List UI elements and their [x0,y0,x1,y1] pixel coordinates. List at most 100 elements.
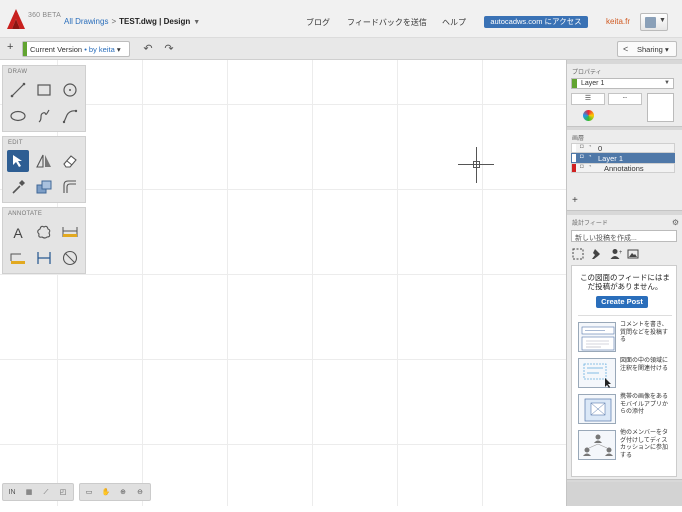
help-link[interactable]: ヘルプ [442,17,466,28]
autocad-logo-icon[interactable] [6,8,26,30]
crosshair-cursor-box [473,161,480,168]
feed-tip-mobile: 携帯の画像をあるモバイルアプリからの添付 [578,394,674,426]
layer-row-annotations[interactable]: ◘ ◔ Annotations [571,163,675,173]
gear-icon[interactable]: ⚙ [672,218,679,227]
snap-icon[interactable]: ◰ [56,486,70,499]
all-drawings-link[interactable]: All Drawings [64,17,108,26]
layer-dropdown[interactable]: Layer 1 ▼ [571,78,674,89]
lock-icon[interactable]: ◔ [588,144,592,150]
color-wheel-icon[interactable] [583,110,594,121]
layers-section: 画層 ◘ ◔ 0 ◘ ◔ Layer 1 ◘ ◔ Annotations + [567,130,682,211]
lock-icon[interactable]: ◔ [588,154,592,160]
chevron-down-icon[interactable]: ▼ [193,19,200,26]
area-select-icon[interactable] [572,248,584,260]
hatch-tool-icon[interactable] [7,247,29,269]
current-drawing-title[interactable]: TEST.dwg | Design [119,17,190,26]
blog-link[interactable]: ブログ [306,17,330,28]
access-website-button[interactable]: autocadws.com にアクセス [484,16,588,28]
avatar [645,17,656,28]
polyline-tool-icon[interactable] [59,105,81,127]
annotate-palette: ANNOTATE A [2,207,86,274]
pin-icon[interactable] [591,248,603,260]
pan-hand-icon[interactable]: ✋ [99,486,113,499]
layers-title: 画層 [572,136,585,142]
tip-text: 携帯の画像をあるモバイルアプリからの添付 [620,394,669,415]
offset-tool-icon[interactable] [59,176,81,198]
ellipse-tool-icon[interactable] [7,105,29,127]
draw-palette-title: DRAW [8,69,28,75]
zoom-extents-icon[interactable]: ⊖ [133,486,147,499]
text-tool-icon[interactable]: A [7,221,29,243]
layer-name: Layer 1 [598,154,624,163]
version-label: Current Version [30,45,83,54]
feedback-link[interactable]: フィードバックを送信 [347,17,427,28]
undo-icon[interactable]: ↶ [141,42,155,56]
annotate-palette-title: ANNOTATE [8,211,43,217]
freehand-tool-icon[interactable] [33,105,55,127]
version-author: • by keita [84,45,115,54]
tip-thumbnail-comment [578,322,616,352]
units-button[interactable]: IN [5,486,19,499]
linear-dim-tool-icon[interactable] [33,247,55,269]
linetype-button[interactable]: ┄ [608,93,642,105]
layer-name: Annotations [604,164,644,173]
add-icon[interactable]: + [7,41,13,53]
svg-text:+: + [619,250,622,256]
dimension-tool-icon[interactable] [59,221,81,243]
rectangle-tool-icon[interactable] [33,79,55,101]
sharing-label: Sharing [637,45,663,54]
version-color-bar [23,42,27,56]
new-post-input[interactable]: 新しい投稿を作成... [571,230,677,242]
avatar-menu-button[interactable]: ▼ [640,13,668,31]
image-attach-icon[interactable] [627,248,639,260]
circle-tool-icon[interactable] [59,79,81,101]
lock-icon[interactable]: ◔ [588,164,592,170]
create-post-button[interactable]: Create Post [596,296,648,308]
feed-tip-comment: コメントを書き、質問などを投稿する [578,322,674,354]
visibility-icon[interactable]: ◘ [580,144,584,150]
visibility-icon[interactable]: ◘ [580,164,584,170]
breadcrumb-separator: > [111,17,117,26]
chevron-down-icon: ▾ [116,45,121,54]
draw-palette: DRAW [2,65,86,132]
layer-name: 0 [598,144,603,153]
layer-row-layer-1[interactable]: ◘ ◔ Layer 1 [571,153,675,163]
feed-tip-tag: 他のメンバーをタグ付けしてディスカッションに参加する [578,430,674,462]
visibility-icon[interactable]: ◘ [580,154,584,160]
beta-label: 360 BETA [28,12,61,19]
eraser-tool-icon[interactable] [59,150,81,172]
ortho-icon[interactable]: ⟋ [39,486,53,499]
tag-members-illustration-icon [583,434,613,456]
layer-row-0[interactable]: ◘ ◔ 0 [571,143,675,153]
layer-color-swatch [572,164,576,172]
cloud-tool-icon[interactable] [33,221,55,243]
color-preview [647,93,674,122]
lineweight-button[interactable]: ☰ [571,93,605,105]
snap-controls: IN ▦ ⟋ ◰ [2,483,74,501]
tip-text: 図面の中の領域に注釈を関連付ける [620,358,669,372]
redo-icon[interactable]: ↷ [162,42,176,56]
sharing-button[interactable]: < Sharing ▾ [617,41,677,57]
right-panel: プロパティ Layer 1 ▼ ☰ ┄ 画層 ◘ ◔ 0 ◘ ◔ Layer 1… [566,60,682,506]
tag-user-icon[interactable]: + [610,248,622,260]
properties-title: プロパティ [572,70,602,76]
mirror-tool-icon[interactable] [33,150,55,172]
version-dropdown[interactable]: Current Version • by keita ▾ [22,41,130,57]
layout-icon[interactable]: ▭ [82,486,96,499]
select-tool-icon[interactable] [7,150,29,172]
feed-tip-annotate: 図面の中の領域に注釈を関連付ける [578,358,674,390]
copy-tool-icon[interactable] [33,176,55,198]
layer-color-swatch [572,144,576,152]
radius-dim-tool-icon[interactable] [59,247,81,269]
feed-empty-message: この図面のフィードにはまだ投稿がありません。 [580,273,670,291]
feed-card: この図面のフィードにはまだ投稿がありません。 Create Post コメントを… [571,265,677,477]
grid-icon[interactable]: ▦ [22,486,36,499]
eyedropper-tool-icon[interactable] [7,176,29,198]
user-name-link[interactable]: keita.fr [606,17,630,26]
add-layer-icon[interactable]: + [572,195,578,206]
layer-dropdown-value: Layer 1 [581,80,605,87]
svg-text:A: A [13,225,23,241]
line-tool-icon[interactable] [7,79,29,101]
view-controls: ▭ ✋ ⊕ ⊖ [79,483,151,501]
zoom-in-icon[interactable]: ⊕ [116,486,130,499]
